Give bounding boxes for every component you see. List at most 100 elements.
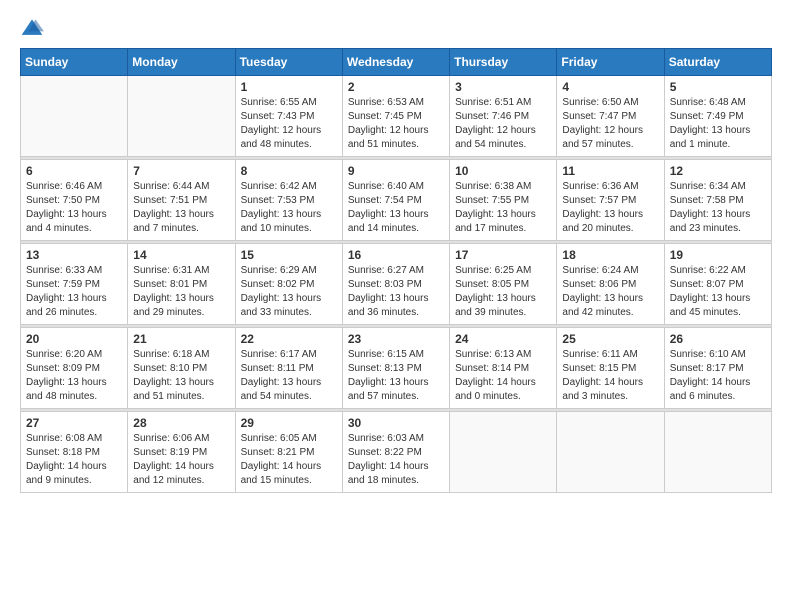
- day-detail: Sunrise: 6:31 AMSunset: 8:01 PMDaylight:…: [133, 264, 229, 320]
- day-number: 3: [455, 80, 551, 94]
- calendar-cell: 6 Sunrise: 6:46 AMSunset: 7:50 PMDaylight…: [21, 160, 128, 241]
- day-number: 29: [241, 416, 337, 430]
- day-number: 19: [670, 248, 766, 262]
- day-number: 8: [241, 164, 337, 178]
- calendar-week-row: 20 Sunrise: 6:20 AMSunset: 8:09 PMDayligh…: [21, 328, 772, 409]
- calendar-cell: 4 Sunrise: 6:50 AMSunset: 7:47 PMDaylight…: [557, 76, 664, 157]
- calendar-header-sunday: Sunday: [21, 49, 128, 76]
- calendar-cell: 13 Sunrise: 6:33 AMSunset: 7:59 PMDayligh…: [21, 244, 128, 325]
- calendar-header-saturday: Saturday: [664, 49, 771, 76]
- day-detail: Sunrise: 6:53 AMSunset: 7:45 PMDaylight:…: [348, 96, 444, 152]
- day-number: 26: [670, 332, 766, 346]
- day-detail: Sunrise: 6:13 AMSunset: 8:14 PMDaylight:…: [455, 348, 551, 404]
- calendar-cell: [664, 412, 771, 493]
- day-detail: Sunrise: 6:42 AMSunset: 7:53 PMDaylight:…: [241, 180, 337, 236]
- day-detail: Sunrise: 6:22 AMSunset: 8:07 PMDaylight:…: [670, 264, 766, 320]
- day-detail: Sunrise: 6:18 AMSunset: 8:10 PMDaylight:…: [133, 348, 229, 404]
- day-number: 2: [348, 80, 444, 94]
- day-detail: Sunrise: 6:48 AMSunset: 7:49 PMDaylight:…: [670, 96, 766, 152]
- day-number: 16: [348, 248, 444, 262]
- day-number: 5: [670, 80, 766, 94]
- day-number: 1: [241, 80, 337, 94]
- day-detail: Sunrise: 6:10 AMSunset: 8:17 PMDaylight:…: [670, 348, 766, 404]
- calendar-week-row: 27 Sunrise: 6:08 AMSunset: 8:18 PMDayligh…: [21, 412, 772, 493]
- day-number: 9: [348, 164, 444, 178]
- calendar-cell: 19 Sunrise: 6:22 AMSunset: 8:07 PMDayligh…: [664, 244, 771, 325]
- calendar-cell: 28Sunrise: 6:06 AMSunset: 8:19 PMDayligh…: [128, 412, 235, 493]
- day-detail: Sunrise: 6:08 AMSunset: 8:18 PMDaylight:…: [26, 432, 122, 488]
- day-number: 4: [562, 80, 658, 94]
- day-number: 7: [133, 164, 229, 178]
- calendar-cell: 1 Sunrise: 6:55 AMSunset: 7:43 PMDaylight…: [235, 76, 342, 157]
- calendar-cell: 16 Sunrise: 6:27 AMSunset: 8:03 PMDayligh…: [342, 244, 449, 325]
- day-number: 24: [455, 332, 551, 346]
- day-detail: Sunrise: 6:15 AMSunset: 8:13 PMDaylight:…: [348, 348, 444, 404]
- calendar-cell: 23 Sunrise: 6:15 AMSunset: 8:13 PMDayligh…: [342, 328, 449, 409]
- day-number: 25: [562, 332, 658, 346]
- calendar-cell: [21, 76, 128, 157]
- calendar-cell: 29 Sunrise: 6:05 AMSunset: 8:21 PMDayligh…: [235, 412, 342, 493]
- calendar-cell: 11 Sunrise: 6:36 AMSunset: 7:57 PMDayligh…: [557, 160, 664, 241]
- day-detail: Sunrise: 6:27 AMSunset: 8:03 PMDaylight:…: [348, 264, 444, 320]
- calendar-cell: 18Sunrise: 6:24 AMSunset: 8:06 PMDayligh…: [557, 244, 664, 325]
- calendar: SundayMondayTuesdayWednesdayThursdayFrid…: [20, 48, 772, 493]
- calendar-cell: 2 Sunrise: 6:53 AMSunset: 7:45 PMDaylight…: [342, 76, 449, 157]
- day-detail: Sunrise: 6:55 AMSunset: 7:43 PMDaylight:…: [241, 96, 337, 152]
- day-number: 11: [562, 164, 658, 178]
- day-detail: Sunrise: 6:20 AMSunset: 8:09 PMDaylight:…: [26, 348, 122, 404]
- calendar-cell: 8 Sunrise: 6:42 AMSunset: 7:53 PMDaylight…: [235, 160, 342, 241]
- calendar-week-row: 13 Sunrise: 6:33 AMSunset: 7:59 PMDayligh…: [21, 244, 772, 325]
- calendar-cell: [128, 76, 235, 157]
- day-detail: Sunrise: 6:29 AMSunset: 8:02 PMDaylight:…: [241, 264, 337, 320]
- logo-icon: [20, 16, 44, 40]
- day-detail: Sunrise: 6:40 AMSunset: 7:54 PMDaylight:…: [348, 180, 444, 236]
- calendar-cell: 22Sunrise: 6:17 AMSunset: 8:11 PMDayligh…: [235, 328, 342, 409]
- calendar-cell: 20 Sunrise: 6:20 AMSunset: 8:09 PMDayligh…: [21, 328, 128, 409]
- day-detail: Sunrise: 6:50 AMSunset: 7:47 PMDaylight:…: [562, 96, 658, 152]
- calendar-week-row: 6 Sunrise: 6:46 AMSunset: 7:50 PMDaylight…: [21, 160, 772, 241]
- day-number: 12: [670, 164, 766, 178]
- day-number: 22: [241, 332, 337, 346]
- day-detail: Sunrise: 6:33 AMSunset: 7:59 PMDaylight:…: [26, 264, 122, 320]
- calendar-week-row: 1 Sunrise: 6:55 AMSunset: 7:43 PMDaylight…: [21, 76, 772, 157]
- day-detail: Sunrise: 6:36 AMSunset: 7:57 PMDaylight:…: [562, 180, 658, 236]
- logo: [20, 16, 44, 40]
- day-number: 20: [26, 332, 122, 346]
- header: [20, 16, 772, 40]
- calendar-cell: 24 Sunrise: 6:13 AMSunset: 8:14 PMDayligh…: [450, 328, 557, 409]
- day-number: 27: [26, 416, 122, 430]
- calendar-header-thursday: Thursday: [450, 49, 557, 76]
- day-detail: Sunrise: 6:46 AMSunset: 7:50 PMDaylight:…: [26, 180, 122, 236]
- day-number: 23: [348, 332, 444, 346]
- calendar-cell: 14 Sunrise: 6:31 AMSunset: 8:01 PMDayligh…: [128, 244, 235, 325]
- calendar-cell: 17 Sunrise: 6:25 AMSunset: 8:05 PMDayligh…: [450, 244, 557, 325]
- calendar-cell: 5 Sunrise: 6:48 AMSunset: 7:49 PMDaylight…: [664, 76, 771, 157]
- day-detail: Sunrise: 6:25 AMSunset: 8:05 PMDaylight:…: [455, 264, 551, 320]
- day-detail: Sunrise: 6:24 AMSunset: 8:06 PMDaylight:…: [562, 264, 658, 320]
- day-number: 14: [133, 248, 229, 262]
- calendar-cell: 12Sunrise: 6:34 AMSunset: 7:58 PMDayligh…: [664, 160, 771, 241]
- calendar-header-wednesday: Wednesday: [342, 49, 449, 76]
- day-detail: Sunrise: 6:11 AMSunset: 8:15 PMDaylight:…: [562, 348, 658, 404]
- calendar-cell: 30 Sunrise: 6:03 AMSunset: 8:22 PMDayligh…: [342, 412, 449, 493]
- calendar-header-row: SundayMondayTuesdayWednesdayThursdayFrid…: [21, 49, 772, 76]
- day-detail: Sunrise: 6:51 AMSunset: 7:46 PMDaylight:…: [455, 96, 551, 152]
- day-number: 10: [455, 164, 551, 178]
- day-number: 13: [26, 248, 122, 262]
- day-number: 6: [26, 164, 122, 178]
- day-detail: Sunrise: 6:44 AMSunset: 7:51 PMDaylight:…: [133, 180, 229, 236]
- calendar-cell: 9 Sunrise: 6:40 AMSunset: 7:54 PMDaylight…: [342, 160, 449, 241]
- calendar-cell: 10Sunrise: 6:38 AMSunset: 7:55 PMDayligh…: [450, 160, 557, 241]
- calendar-cell: 15Sunrise: 6:29 AMSunset: 8:02 PMDayligh…: [235, 244, 342, 325]
- calendar-header-friday: Friday: [557, 49, 664, 76]
- day-detail: Sunrise: 6:05 AMSunset: 8:21 PMDaylight:…: [241, 432, 337, 488]
- calendar-cell: 7 Sunrise: 6:44 AMSunset: 7:51 PMDaylight…: [128, 160, 235, 241]
- day-detail: Sunrise: 6:06 AMSunset: 8:19 PMDaylight:…: [133, 432, 229, 488]
- calendar-header-tuesday: Tuesday: [235, 49, 342, 76]
- day-number: 30: [348, 416, 444, 430]
- calendar-header-monday: Monday: [128, 49, 235, 76]
- day-detail: Sunrise: 6:03 AMSunset: 8:22 PMDaylight:…: [348, 432, 444, 488]
- calendar-cell: 27 Sunrise: 6:08 AMSunset: 8:18 PMDayligh…: [21, 412, 128, 493]
- calendar-cell: [450, 412, 557, 493]
- day-number: 17: [455, 248, 551, 262]
